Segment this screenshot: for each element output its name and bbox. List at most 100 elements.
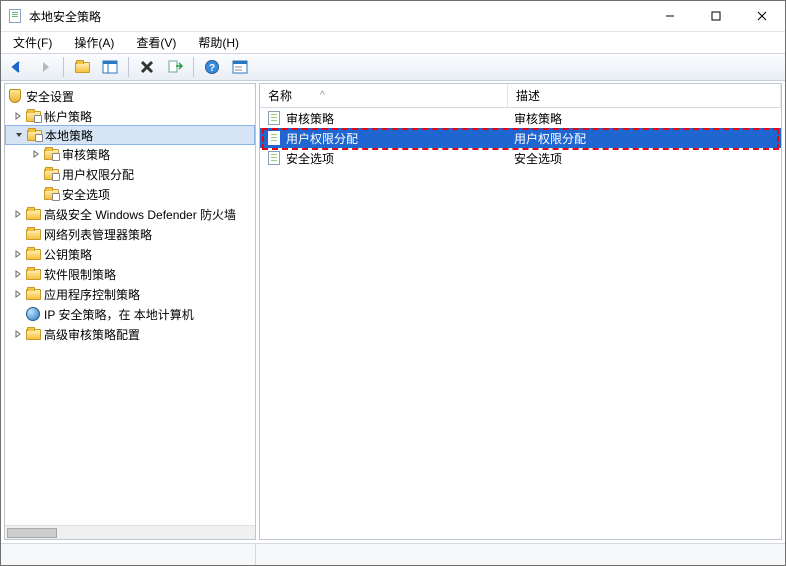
- app-window: 本地安全策略 文件(F) 操作(A) 查看(V) 帮助(H): [0, 0, 786, 566]
- help-button[interactable]: ?: [200, 55, 224, 79]
- tree-item-secopt[interactable]: 安全选项: [5, 184, 255, 204]
- list-header: 名称 ^ 描述: [260, 84, 781, 108]
- tree-label: 帐户策略: [44, 108, 92, 125]
- list-item[interactable]: 审核策略 审核策略: [260, 108, 781, 128]
- window-title: 本地安全策略: [29, 8, 101, 25]
- chevron-right-icon[interactable]: [11, 287, 25, 301]
- folder-icon: [25, 206, 41, 222]
- column-desc[interactable]: 描述: [508, 84, 781, 107]
- policy-icon: [266, 150, 282, 166]
- delete-button[interactable]: [135, 55, 159, 79]
- tree-item-rights[interactable]: 用户权限分配: [5, 164, 255, 184]
- tree-label: 安全选项: [62, 186, 110, 203]
- status-left: [4, 544, 256, 565]
- menu-action[interactable]: 操作(A): [70, 32, 118, 53]
- item-desc: 用户权限分配: [508, 130, 781, 147]
- item-name: 审核策略: [286, 110, 334, 127]
- folder-icon: [25, 226, 41, 242]
- menu-file[interactable]: 文件(F): [9, 32, 56, 53]
- export-button[interactable]: [163, 55, 187, 79]
- tree-label: 用户权限分配: [62, 166, 134, 183]
- window-controls: [647, 1, 785, 31]
- tree-label: 高级审核策略配置: [44, 326, 140, 343]
- close-button[interactable]: [739, 1, 785, 31]
- column-label: 名称: [268, 87, 292, 104]
- show-hide-tree-button[interactable]: [98, 55, 122, 79]
- menu-bar: 文件(F) 操作(A) 查看(V) 帮助(H): [1, 31, 785, 53]
- sort-indicator-icon: ^: [320, 90, 325, 101]
- app-icon: [7, 8, 23, 24]
- tree-label: 安全设置: [26, 88, 74, 105]
- folder-icon: [43, 186, 59, 202]
- folder-icon: [25, 266, 41, 282]
- tree-label: 公钥策略: [44, 246, 92, 263]
- forward-button[interactable]: [33, 55, 57, 79]
- tree-item-defender[interactable]: 高级安全 Windows Defender 防火墙: [5, 204, 255, 224]
- folder-icon: [25, 108, 41, 124]
- item-name: 用户权限分配: [286, 130, 358, 147]
- up-button[interactable]: [70, 55, 94, 79]
- chevron-down-icon[interactable]: [12, 128, 26, 142]
- folder-icon: [26, 127, 42, 143]
- tree[interactable]: 安全设置 帐户策略 本地策略: [5, 84, 255, 525]
- policy-icon: [266, 130, 282, 146]
- tree-item-pubkey[interactable]: 公钥策略: [5, 244, 255, 264]
- folder-icon: [43, 166, 59, 182]
- folder-icon: [25, 326, 41, 342]
- tree-item-ipsec[interactable]: IP 安全策略，在 本地计算机: [5, 304, 255, 324]
- title-bar: 本地安全策略: [1, 1, 785, 31]
- chevron-right-icon[interactable]: [11, 207, 25, 221]
- list-body[interactable]: 审核策略 审核策略 用户权限分配 用户权限分配 安全选项 安全选项: [260, 108, 781, 539]
- status-bar: [1, 543, 785, 565]
- chevron-right-icon[interactable]: [11, 247, 25, 261]
- list-item[interactable]: 安全选项 安全选项: [260, 148, 781, 168]
- tree-label: 本地策略: [45, 127, 93, 144]
- tree-label: 审核策略: [62, 146, 110, 163]
- column-label: 描述: [516, 87, 540, 104]
- toolbar-separator: [193, 57, 194, 77]
- maximize-button[interactable]: [693, 1, 739, 31]
- tree-item-appctrl[interactable]: 应用程序控制策略: [5, 284, 255, 304]
- item-desc: 审核策略: [508, 110, 781, 127]
- menu-help[interactable]: 帮助(H): [194, 32, 243, 53]
- tree-item-swrest[interactable]: 软件限制策略: [5, 264, 255, 284]
- menu-view[interactable]: 查看(V): [132, 32, 180, 53]
- folder-icon: [25, 246, 41, 262]
- tree-item-account[interactable]: 帐户策略: [5, 106, 255, 126]
- tree-label: 网络列表管理器策略: [44, 226, 152, 243]
- shield-icon: [7, 88, 23, 104]
- column-name[interactable]: 名称 ^: [260, 84, 508, 107]
- tree-item-advaudit[interactable]: 高级审核策略配置: [5, 324, 255, 344]
- chevron-right-icon[interactable]: [29, 147, 43, 161]
- chevron-right-icon[interactable]: [11, 327, 25, 341]
- toolbar: ?: [1, 53, 785, 81]
- tree-item-audit[interactable]: 审核策略: [5, 144, 255, 164]
- status-right: [256, 544, 782, 565]
- tree-label: IP 安全策略，在 本地计算机: [44, 306, 194, 323]
- item-desc: 安全选项: [508, 150, 781, 167]
- horizontal-scrollbar[interactable]: [5, 525, 255, 539]
- item-name: 安全选项: [286, 150, 334, 167]
- tree-label: 应用程序控制策略: [44, 286, 140, 303]
- chevron-right-icon[interactable]: [11, 267, 25, 281]
- globe-icon: [25, 306, 41, 322]
- properties-button[interactable]: [228, 55, 252, 79]
- chevron-right-icon[interactable]: [11, 109, 25, 123]
- toolbar-separator: [128, 57, 129, 77]
- minimize-button[interactable]: [647, 1, 693, 31]
- scrollbar-thumb[interactable]: [7, 528, 57, 538]
- toolbar-separator: [63, 57, 64, 77]
- tree-pane: 安全设置 帐户策略 本地策略: [4, 83, 256, 540]
- tree-root[interactable]: 安全设置: [5, 86, 255, 106]
- policy-icon: [266, 110, 282, 126]
- list-item[interactable]: 用户权限分配 用户权限分配: [260, 128, 781, 148]
- back-button[interactable]: [5, 55, 29, 79]
- tree-item-local[interactable]: 本地策略: [5, 125, 255, 145]
- folder-icon: [25, 286, 41, 302]
- tree-item-netlist[interactable]: 网络列表管理器策略: [5, 224, 255, 244]
- svg-text:?: ?: [209, 63, 215, 74]
- list-pane: 名称 ^ 描述 审核策略 审核策略 用户权限分配 用户权限分配 安全选项 安全选项: [259, 83, 782, 540]
- tree-label: 软件限制策略: [44, 266, 116, 283]
- content-area: 安全设置 帐户策略 本地策略: [1, 81, 785, 543]
- folder-icon: [43, 146, 59, 162]
